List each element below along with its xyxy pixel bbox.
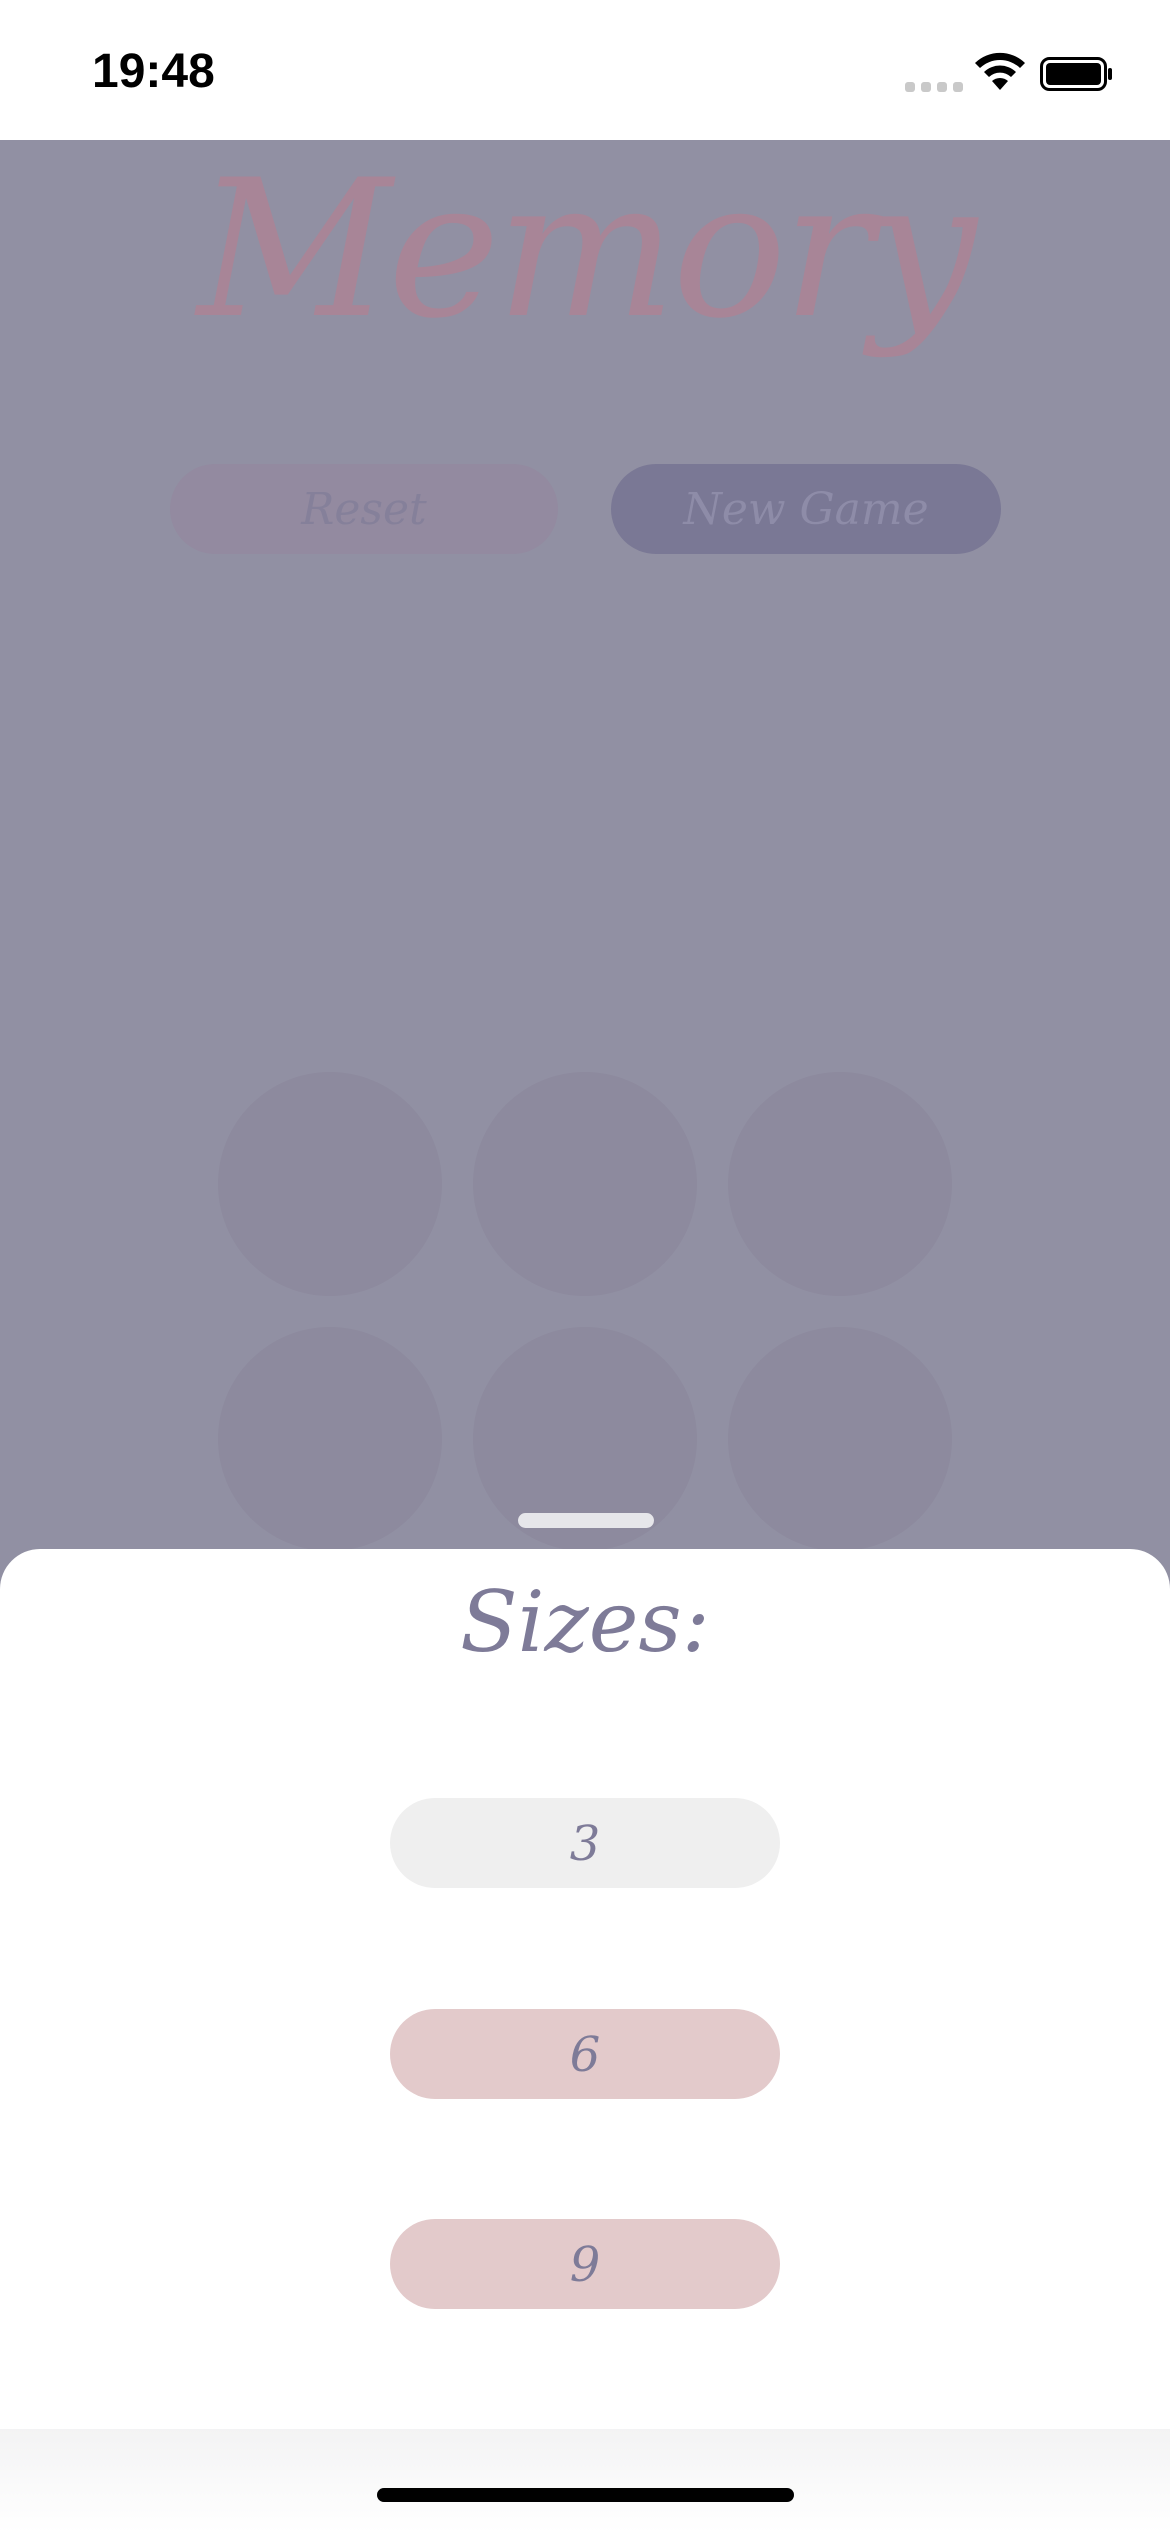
wifi-icon xyxy=(975,52,1025,90)
size-option-6-button[interactable]: 6 xyxy=(390,2009,780,2099)
bottom-area xyxy=(0,2429,1170,2532)
reset-button[interactable]: Reset xyxy=(170,464,558,554)
new-game-button[interactable]: New Game xyxy=(611,464,1001,554)
status-bar: 19:48 xyxy=(0,0,1170,140)
app-title: Memory xyxy=(197,139,977,360)
memory-card[interactable] xyxy=(728,1072,952,1296)
sheet-title: Sizes: xyxy=(460,1573,710,1671)
memory-card[interactable] xyxy=(218,1327,442,1551)
status-time: 19:48 xyxy=(92,45,215,98)
game-screen: Memory Reset New Game xyxy=(0,140,1170,1640)
sizes-sheet: Sizes: 3 6 9 xyxy=(0,1549,1170,2429)
sheet-grabber[interactable] xyxy=(518,1513,654,1528)
memory-card[interactable] xyxy=(218,1072,442,1296)
size-option-3-button[interactable]: 3 xyxy=(390,1798,780,1888)
memory-card[interactable] xyxy=(728,1327,952,1551)
cellular-signal-icon xyxy=(905,82,963,92)
size-option-9-button[interactable]: 9 xyxy=(390,2219,780,2309)
home-indicator[interactable] xyxy=(377,2488,794,2502)
battery-icon xyxy=(1040,57,1112,91)
memory-card[interactable] xyxy=(473,1072,697,1296)
